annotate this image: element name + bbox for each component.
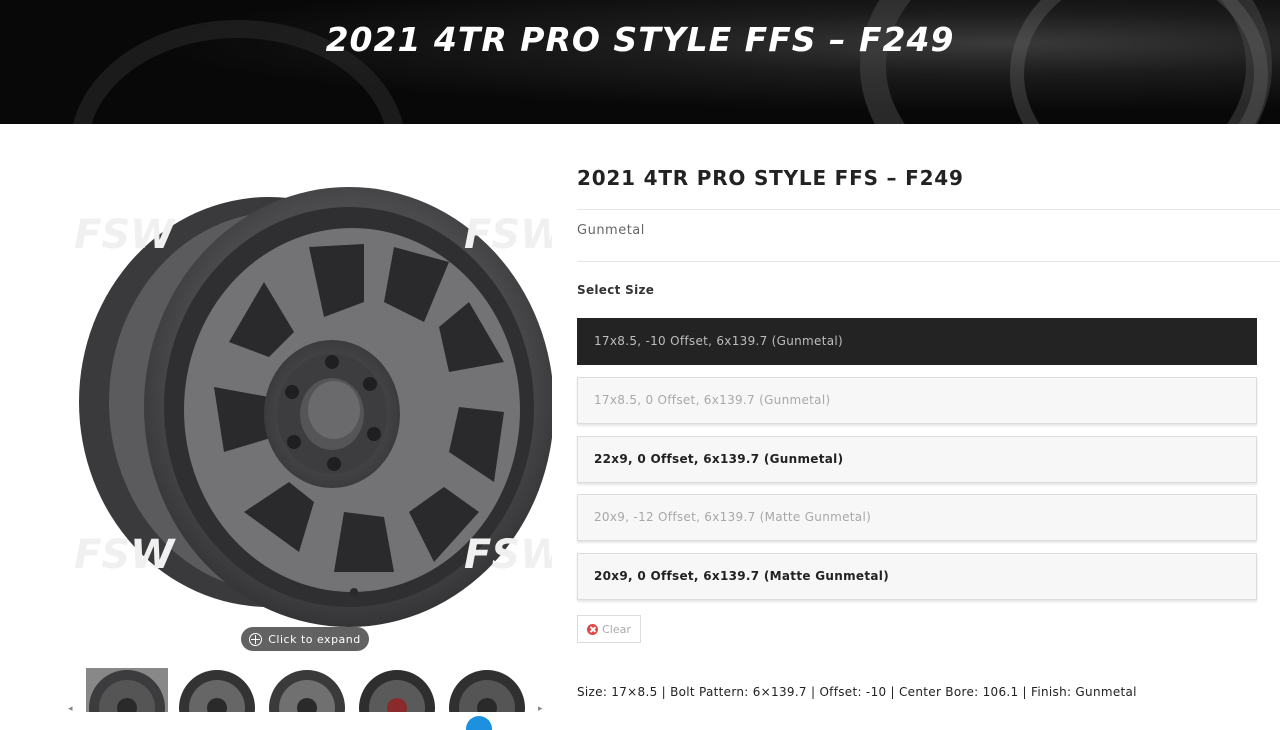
size-option-3[interactable]: 22x9, 0 Offset, 6x139.7 (Gunmetal) xyxy=(577,436,1257,483)
thumbnail-1[interactable] xyxy=(86,668,168,712)
hero-banner: 2021 4TR PRO STYLE FFS – F249 xyxy=(0,0,1280,124)
watermark-logo: FSW xyxy=(74,212,175,258)
size-option-4[interactable]: 20x9, -12 Offset, 6x139.7 (Matte Gunmeta… xyxy=(577,494,1257,541)
thumbnail-5[interactable] xyxy=(446,668,528,712)
product-finish: Gunmetal xyxy=(577,223,645,238)
click-to-expand-button[interactable]: Click to expand xyxy=(241,627,369,651)
thumbnail-strip: ◂ ▸ xyxy=(64,668,552,712)
watermark-logo: FSW xyxy=(464,532,552,578)
divider xyxy=(577,209,1280,210)
size-option-5[interactable]: 20x9, 0 Offset, 6x139.7 (Matte Gunmetal) xyxy=(577,553,1257,600)
divider xyxy=(577,261,1280,262)
thumbnail-2[interactable] xyxy=(176,668,258,712)
variant-spec-line: Size: 17×8.5 | Bolt Pattern: 6×139.7 | O… xyxy=(577,685,1137,699)
thumbnail-wheel-image xyxy=(179,670,255,712)
watermark-logo: FSW xyxy=(74,532,175,578)
size-option-1[interactable]: 17x8.5, -10 Offset, 6x139.7 (Gunmetal) xyxy=(577,318,1257,365)
select-size-label: Select Size xyxy=(577,283,655,297)
clear-label: Clear xyxy=(602,622,631,636)
thumbnail-4[interactable] xyxy=(356,668,438,712)
scroll-to-top-button[interactable] xyxy=(466,716,492,730)
expand-label: Click to expand xyxy=(268,632,361,646)
thumbnail-3[interactable] xyxy=(266,668,348,712)
thumbnail-wheel-image xyxy=(359,670,435,712)
thumbnail-wheel-image xyxy=(89,670,165,712)
clear-button[interactable]: Clear xyxy=(577,615,641,643)
hero-background-shape xyxy=(1010,0,1268,124)
product-title: 2021 4TR PRO STYLE FFS – F249 xyxy=(577,166,964,190)
main-product-image[interactable]: FSW FSW FSW FSW xyxy=(64,152,552,658)
watermark-logo: FSW xyxy=(464,212,552,258)
thumbnail-prev-icon[interactable]: ◂ xyxy=(68,704,73,712)
thumbnail-next-icon[interactable]: ▸ xyxy=(538,704,543,712)
hero-title: 2021 4TR PRO STYLE FFS – F249 xyxy=(325,20,955,59)
thumbnail-wheel-image xyxy=(269,670,345,712)
product-gallery: FSW FSW FSW FSW xyxy=(64,152,552,712)
size-option-2[interactable]: 17x8.5, 0 Offset, 6x139.7 (Gunmetal) xyxy=(577,377,1257,424)
thumbnail-wheel-image xyxy=(449,670,525,712)
expand-icon xyxy=(249,632,263,646)
clear-x-icon xyxy=(587,623,599,635)
